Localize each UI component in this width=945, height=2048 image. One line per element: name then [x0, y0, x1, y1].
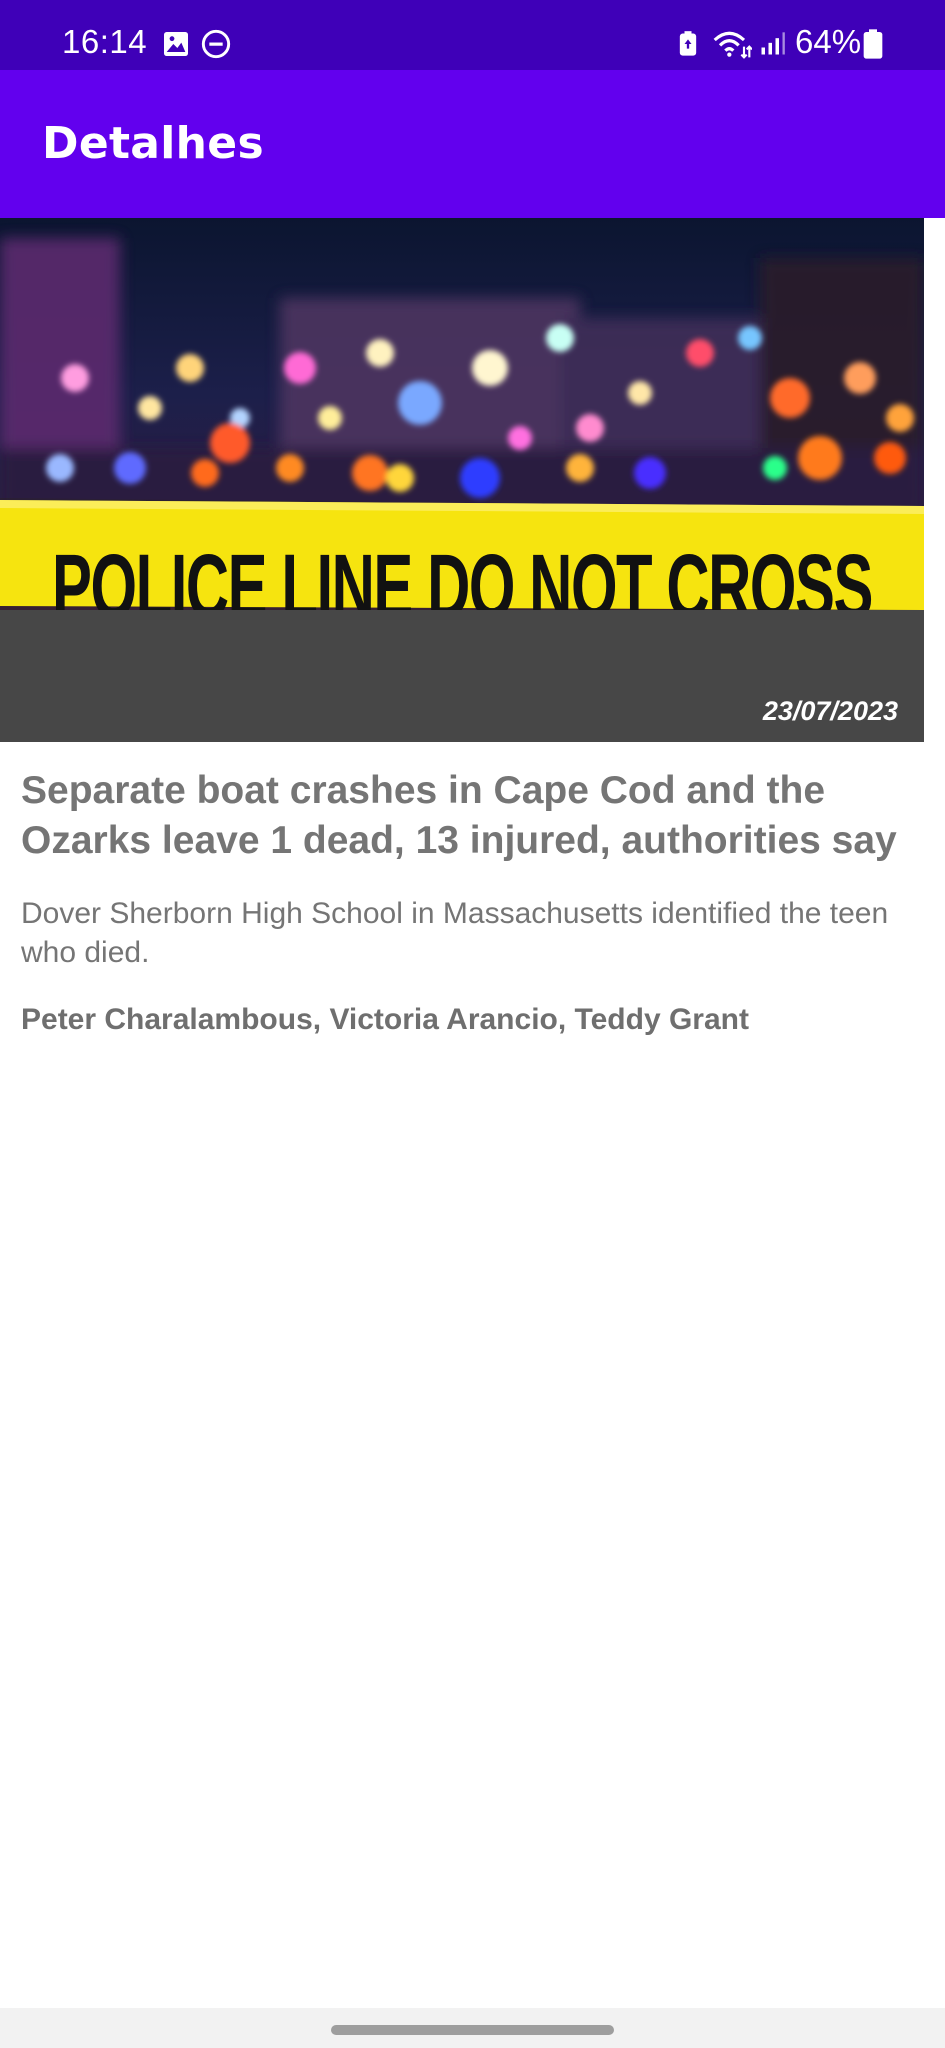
app-bar: Detalhes: [0, 70, 945, 218]
page-title: Detalhes: [42, 118, 264, 169]
crime-scene-photo: POLICE LINE DO NOT CROSS: [0, 218, 924, 610]
battery-saver-icon: [674, 28, 702, 60]
status-bar: 16:14 64%: [0, 0, 945, 70]
screen: 16:14 64% Detalhes POLICE LINE DO NOT CR…: [0, 0, 945, 2048]
battery-icon: [862, 28, 884, 60]
tape-text: POLICE LINE DO NOT CROSS: [52, 536, 872, 610]
wifi-icon: [712, 28, 752, 60]
battery-percent: 64%: [795, 23, 862, 60]
article-image: POLICE LINE DO NOT CROSS 23/07/2023: [0, 218, 924, 742]
navigation-bar: [0, 2008, 945, 2048]
image-right-gap: [924, 218, 945, 742]
status-time: 16:14: [62, 23, 148, 60]
article-date: 23/07/2023: [762, 696, 898, 726]
do-not-disturb-icon: [200, 28, 232, 60]
article-authors: Peter Charalambous, Victoria Arancio, Te…: [21, 1003, 749, 1036]
home-gesture-handle[interactable]: [331, 2025, 614, 2035]
article-headline: Separate boat crashes in Cape Cod and th…: [21, 769, 897, 862]
gallery-icon: [160, 28, 192, 60]
signal-icon: [758, 28, 786, 60]
article-summary: Dover Sherborn High School in Massachuse…: [21, 897, 889, 969]
